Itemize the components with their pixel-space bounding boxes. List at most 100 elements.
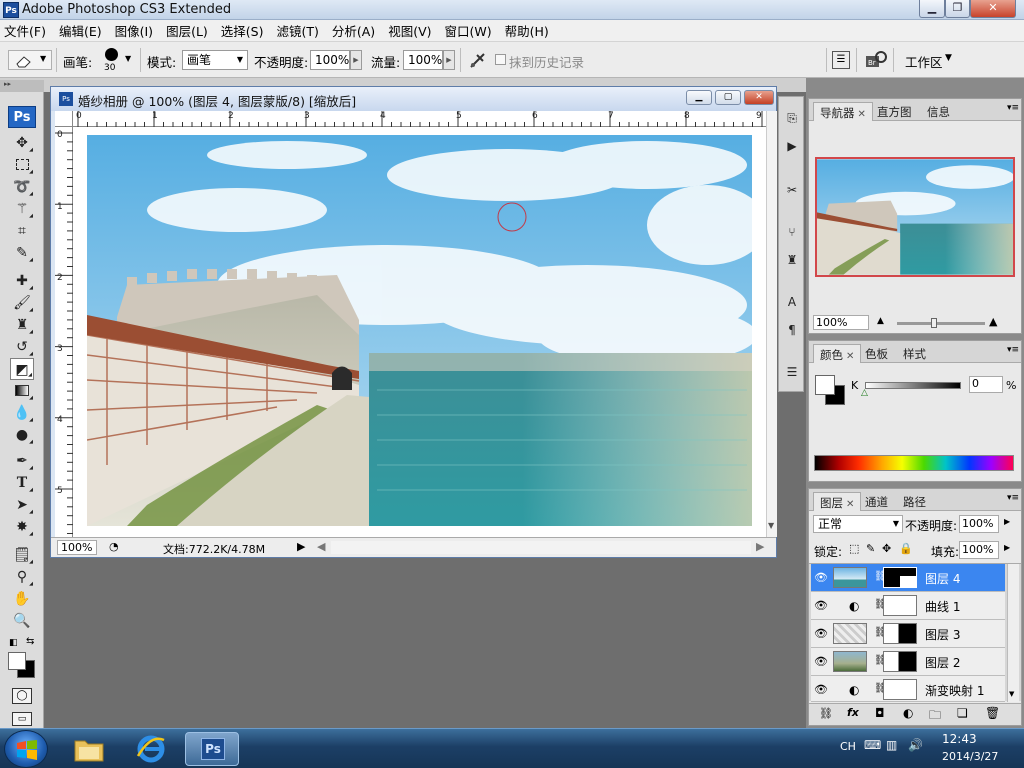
menu-edit[interactable]: 编辑(E) xyxy=(59,21,102,40)
lock-image-icon[interactable]: ✎ xyxy=(866,542,875,555)
brushes-panel-icon[interactable]: ⑂ xyxy=(783,223,801,241)
blur-icon[interactable]: 💧 ◢ xyxy=(10,402,34,424)
restore-button[interactable]: ❐ xyxy=(945,0,970,18)
quick-mask-icon[interactable]: ◯ xyxy=(12,688,32,704)
volume-icon[interactable]: 🔊 xyxy=(908,738,923,752)
slice-icon[interactable]: ✎ ◢ xyxy=(10,242,34,264)
panel-menu-icon[interactable]: ▾≡ xyxy=(1007,103,1019,113)
navigator-zoom-thumb[interactable] xyxy=(931,318,937,328)
bridge-icon[interactable]: Br xyxy=(864,50,888,70)
menu-layer[interactable]: 图层(L) xyxy=(166,21,208,40)
new-adjustment-layer-icon[interactable]: ◐ xyxy=(903,706,913,720)
clock-date[interactable]: 2014/3/27 xyxy=(942,750,998,763)
foreground-color-swatch[interactable] xyxy=(8,652,26,670)
scroll-left-icon[interactable]: ◀ xyxy=(317,540,325,553)
minimize-button[interactable]: ▁ xyxy=(919,0,945,18)
color-foreground-swatch[interactable] xyxy=(815,375,835,395)
link-layers-icon[interactable]: ⛓ xyxy=(819,707,833,720)
type-icon[interactable]: T ◢ xyxy=(10,472,34,494)
brush-picker[interactable]: 30 ▼ xyxy=(100,47,134,75)
crop-icon[interactable]: ⌗ xyxy=(10,220,34,242)
dodge-icon[interactable]: ● ◢ xyxy=(10,424,34,446)
notes-icon[interactable]: 🗒 ◢ xyxy=(10,544,34,566)
vertical-scrollbar[interactable]: ▼ xyxy=(766,111,777,537)
menu-filter[interactable]: 滤镜(T) xyxy=(276,21,318,40)
status-arrow-icon[interactable]: ▶ xyxy=(297,540,305,553)
clock-time[interactable]: 12:43 xyxy=(942,732,977,746)
fill-input[interactable]: 100% xyxy=(959,541,999,559)
layer-mask-thumbnail[interactable] xyxy=(883,651,917,672)
ruler-origin[interactable] xyxy=(55,111,73,127)
tab-channels[interactable]: 通道 xyxy=(859,492,894,511)
history-brush-icon[interactable]: ↺ ◢ xyxy=(10,336,34,358)
new-group-icon[interactable]: 🗀 xyxy=(929,706,941,727)
marquee-icon[interactable]: ◢ xyxy=(10,154,34,176)
network-icon[interactable]: ▥ xyxy=(886,738,897,752)
screen-mode-icon[interactable]: ▭ xyxy=(12,712,32,726)
workspace-menu[interactable]: 工作区 ▼ xyxy=(900,50,960,70)
tab-styles[interactable]: 样式 xyxy=(897,344,932,363)
brush-icon[interactable]: 🖌 ◢ xyxy=(10,292,34,314)
tab-info[interactable]: 信息 xyxy=(921,102,956,121)
lock-transparent-icon[interactable]: ⬚ xyxy=(849,542,859,555)
vertical-ruler[interactable]: 0 1 2 3 4 5 xyxy=(55,127,73,537)
gradient-icon[interactable]: ◢ xyxy=(10,380,34,402)
visibility-eye-icon[interactable]: 👁 xyxy=(814,571,828,584)
zoom-field[interactable]: 100% xyxy=(57,540,97,555)
visibility-eye-icon[interactable]: 👁 xyxy=(814,599,828,612)
delete-layer-icon[interactable]: 🗑 xyxy=(985,706,1000,720)
explorer-taskbar-button[interactable] xyxy=(64,732,114,766)
menu-select[interactable]: 选择(S) xyxy=(221,21,264,40)
actions-panel-icon[interactable]: ▶ xyxy=(783,137,801,155)
blend-mode-select[interactable]: 正常 ▼ xyxy=(813,515,903,533)
opacity-slider-icon[interactable]: ▶ xyxy=(1004,517,1010,526)
magic-wand-icon[interactable]: ⚚ ◢ xyxy=(10,198,34,220)
healing-brush-icon[interactable]: ✚ ◢ xyxy=(10,270,34,292)
canvas-image[interactable] xyxy=(87,135,752,526)
layer-mask-thumbnail[interactable] xyxy=(883,595,917,616)
slider-thumb-icon[interactable]: △ xyxy=(861,388,868,398)
add-mask-icon[interactable]: ◘ xyxy=(875,706,885,720)
menu-view[interactable]: 视图(V) xyxy=(388,21,431,40)
visibility-eye-icon[interactable]: 👁 xyxy=(814,627,828,640)
lasso-icon[interactable]: ➰ ◢ xyxy=(10,176,34,198)
zoom-icon[interactable]: 🔍 xyxy=(10,610,34,632)
tab-histogram[interactable]: 直方图 xyxy=(871,102,918,121)
hand-icon[interactable]: ✋ xyxy=(10,588,34,610)
zoom-out-icon[interactable]: ▲ xyxy=(877,316,884,326)
tab-layers[interactable]: 图层 ✕ xyxy=(813,492,862,511)
fill-slider-icon[interactable]: ▶ xyxy=(1004,543,1010,552)
horizontal-scrollbar[interactable] xyxy=(331,541,751,554)
layer-row[interactable]: 👁 ◐ ⛓ 渐变映射 1 xyxy=(811,676,1005,702)
panel-menu-icon[interactable]: ▾≡ xyxy=(1007,493,1019,503)
layer-mask-thumbnail[interactable] xyxy=(883,623,917,644)
lock-position-icon[interactable]: ✥ xyxy=(882,542,891,555)
color-ramp[interactable] xyxy=(814,455,1014,471)
move-icon[interactable]: ✥ ◢ xyxy=(10,132,34,154)
opacity-input[interactable]: 100% xyxy=(310,50,350,70)
close-button[interactable]: ✕ xyxy=(970,0,1016,18)
layer-mask-thumbnail[interactable] xyxy=(883,679,917,700)
menu-window[interactable]: 窗口(W) xyxy=(445,21,492,40)
photoshop-logo[interactable]: Ps xyxy=(8,106,36,128)
clone-stamp-icon[interactable]: ♜ ◢ xyxy=(10,314,34,336)
menu-file[interactable]: 文件(F) xyxy=(4,21,46,40)
shape-icon[interactable]: ✸ ◢ xyxy=(10,516,34,538)
eraser-icon[interactable]: ◩ ◢ xyxy=(10,358,34,380)
menu-help[interactable]: 帮助(H) xyxy=(505,21,549,40)
flow-input[interactable]: 100% xyxy=(403,50,443,70)
swap-colors-icon[interactable]: ⇆ xyxy=(26,636,34,647)
tab-swatches[interactable]: 色板 xyxy=(859,344,894,363)
menu-analysis[interactable]: 分析(A) xyxy=(332,21,375,40)
layer-row[interactable]: 👁 ⛓ 图层 2 xyxy=(811,648,1005,676)
black-channel-slider[interactable] xyxy=(865,382,961,389)
layer-row[interactable]: 👁 ⛓ 图层 4 xyxy=(811,564,1005,592)
pen-icon[interactable]: ✒ ◢ xyxy=(10,450,34,472)
status-menu-icon[interactable]: ◔ xyxy=(109,540,119,553)
new-layer-icon[interactable]: ❏ xyxy=(957,706,968,720)
eyedropper-icon[interactable]: ⚲ ◢ xyxy=(10,566,34,588)
palette-well-icon[interactable]: ☰ xyxy=(832,51,850,69)
layer-row[interactable]: 👁 ◐ ⛓ 曲线 1 xyxy=(811,592,1005,620)
ie-taskbar-button[interactable] xyxy=(126,732,176,766)
layers-scrollbar[interactable]: ▼ xyxy=(1007,564,1019,702)
